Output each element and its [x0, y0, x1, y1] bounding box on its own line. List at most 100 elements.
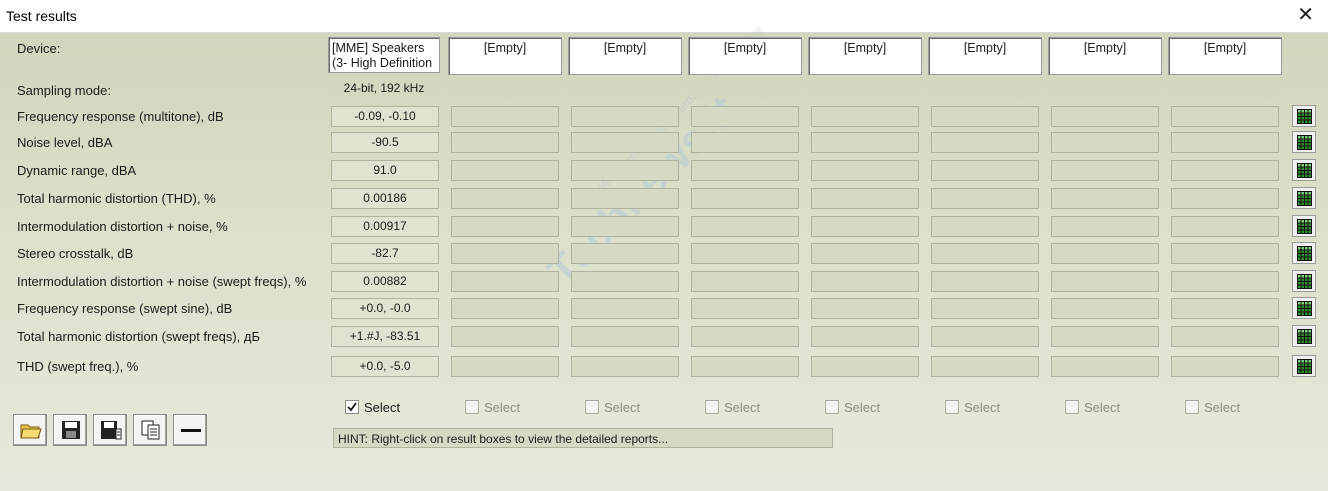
result-box[interactable] — [571, 160, 679, 181]
result-box[interactable]: -90.5 — [331, 132, 439, 153]
result-box[interactable]: -0.09, -0.10 — [331, 106, 439, 127]
result-box[interactable] — [1051, 298, 1159, 319]
report-grid-button[interactable] — [1292, 242, 1316, 264]
select-checkbox-6[interactable]: Select — [945, 400, 1000, 415]
result-box[interactable] — [811, 243, 919, 264]
result-box[interactable] — [811, 160, 919, 181]
result-box[interactable] — [931, 271, 1039, 292]
close-icon[interactable]: ✕ — [1297, 3, 1314, 27]
report-grid-button[interactable] — [1292, 270, 1316, 292]
result-box[interactable] — [571, 132, 679, 153]
result-box[interactable] — [571, 216, 679, 237]
result-box[interactable]: +0.0, -5.0 — [331, 356, 439, 377]
result-box[interactable] — [451, 106, 559, 127]
device-slot-4[interactable]: [Empty] — [688, 37, 802, 75]
result-box[interactable] — [691, 160, 799, 181]
result-box[interactable] — [1051, 356, 1159, 377]
open-button[interactable] — [13, 414, 47, 446]
result-box[interactable] — [1171, 216, 1279, 237]
result-box[interactable] — [571, 326, 679, 347]
result-box[interactable] — [691, 298, 799, 319]
select-checkbox-4[interactable]: Select — [705, 400, 760, 415]
result-box[interactable] — [1051, 160, 1159, 181]
result-box[interactable] — [451, 188, 559, 209]
result-box[interactable] — [451, 160, 559, 181]
select-checkbox-3[interactable]: Select — [585, 400, 640, 415]
result-box[interactable] — [1171, 106, 1279, 127]
device-slot-3[interactable]: [Empty] — [568, 37, 682, 75]
report-grid-button[interactable] — [1292, 215, 1316, 237]
remove-button[interactable] — [173, 414, 207, 446]
result-box[interactable] — [811, 188, 919, 209]
result-box[interactable] — [931, 160, 1039, 181]
select-checkbox-5[interactable]: Select — [825, 400, 880, 415]
select-checkbox-8[interactable]: Select — [1185, 400, 1240, 415]
device-slot-8[interactable]: [Empty] — [1168, 37, 1282, 75]
result-box[interactable] — [691, 188, 799, 209]
save-as-button[interactable] — [93, 414, 127, 446]
report-grid-button[interactable] — [1292, 325, 1316, 347]
result-box[interactable] — [811, 216, 919, 237]
result-box[interactable] — [811, 356, 919, 377]
result-box[interactable]: 0.00917 — [331, 216, 439, 237]
result-box[interactable] — [571, 106, 679, 127]
select-checkbox-7[interactable]: Select — [1065, 400, 1120, 415]
result-box[interactable] — [571, 188, 679, 209]
result-box[interactable] — [931, 188, 1039, 209]
result-box[interactable] — [451, 271, 559, 292]
result-box[interactable] — [451, 326, 559, 347]
result-box[interactable] — [1051, 106, 1159, 127]
result-box[interactable] — [571, 356, 679, 377]
device-slot-1[interactable]: [MME] Speakers (3- High Definition — [328, 37, 440, 73]
device-slot-2[interactable]: [Empty] — [448, 37, 562, 75]
result-box[interactable]: -82.7 — [331, 243, 439, 264]
result-box[interactable] — [691, 106, 799, 127]
result-box[interactable] — [931, 106, 1039, 127]
result-box[interactable] — [451, 243, 559, 264]
result-box[interactable] — [1051, 132, 1159, 153]
result-box[interactable] — [811, 106, 919, 127]
result-box[interactable] — [1171, 298, 1279, 319]
report-grid-button[interactable] — [1292, 355, 1316, 377]
result-box[interactable]: 91.0 — [331, 160, 439, 181]
result-box[interactable] — [1171, 188, 1279, 209]
report-grid-button[interactable] — [1292, 297, 1316, 319]
result-box[interactable] — [1051, 326, 1159, 347]
result-box[interactable] — [1171, 132, 1279, 153]
result-box[interactable] — [931, 298, 1039, 319]
result-box[interactable] — [1171, 271, 1279, 292]
result-box[interactable] — [1051, 216, 1159, 237]
result-box[interactable] — [1171, 326, 1279, 347]
result-box[interactable] — [931, 216, 1039, 237]
result-box[interactable] — [1171, 356, 1279, 377]
result-box[interactable] — [691, 326, 799, 347]
report-grid-button[interactable] — [1292, 105, 1316, 127]
result-box[interactable] — [931, 326, 1039, 347]
device-slot-7[interactable]: [Empty] — [1048, 37, 1162, 75]
result-box[interactable] — [1051, 188, 1159, 209]
result-box[interactable] — [691, 271, 799, 292]
select-checkbox-1[interactable]: Select — [345, 400, 400, 415]
report-grid-button[interactable] — [1292, 131, 1316, 153]
result-box[interactable] — [691, 132, 799, 153]
result-box[interactable] — [571, 243, 679, 264]
report-grid-button[interactable] — [1292, 187, 1316, 209]
result-box[interactable] — [811, 132, 919, 153]
result-box[interactable] — [691, 216, 799, 237]
device-slot-5[interactable]: [Empty] — [808, 37, 922, 75]
save-button[interactable] — [53, 414, 87, 446]
result-box[interactable] — [451, 298, 559, 319]
copy-button[interactable] — [133, 414, 167, 446]
result-box[interactable] — [451, 356, 559, 377]
result-box[interactable] — [451, 216, 559, 237]
result-box[interactable] — [811, 271, 919, 292]
result-box[interactable] — [1171, 160, 1279, 181]
select-checkbox-2[interactable]: Select — [465, 400, 520, 415]
report-grid-button[interactable] — [1292, 159, 1316, 181]
result-box[interactable] — [931, 132, 1039, 153]
result-box[interactable] — [931, 356, 1039, 377]
result-box[interactable] — [571, 298, 679, 319]
result-box[interactable] — [451, 132, 559, 153]
device-slot-6[interactable]: [Empty] — [928, 37, 1042, 75]
result-box[interactable] — [1051, 243, 1159, 264]
